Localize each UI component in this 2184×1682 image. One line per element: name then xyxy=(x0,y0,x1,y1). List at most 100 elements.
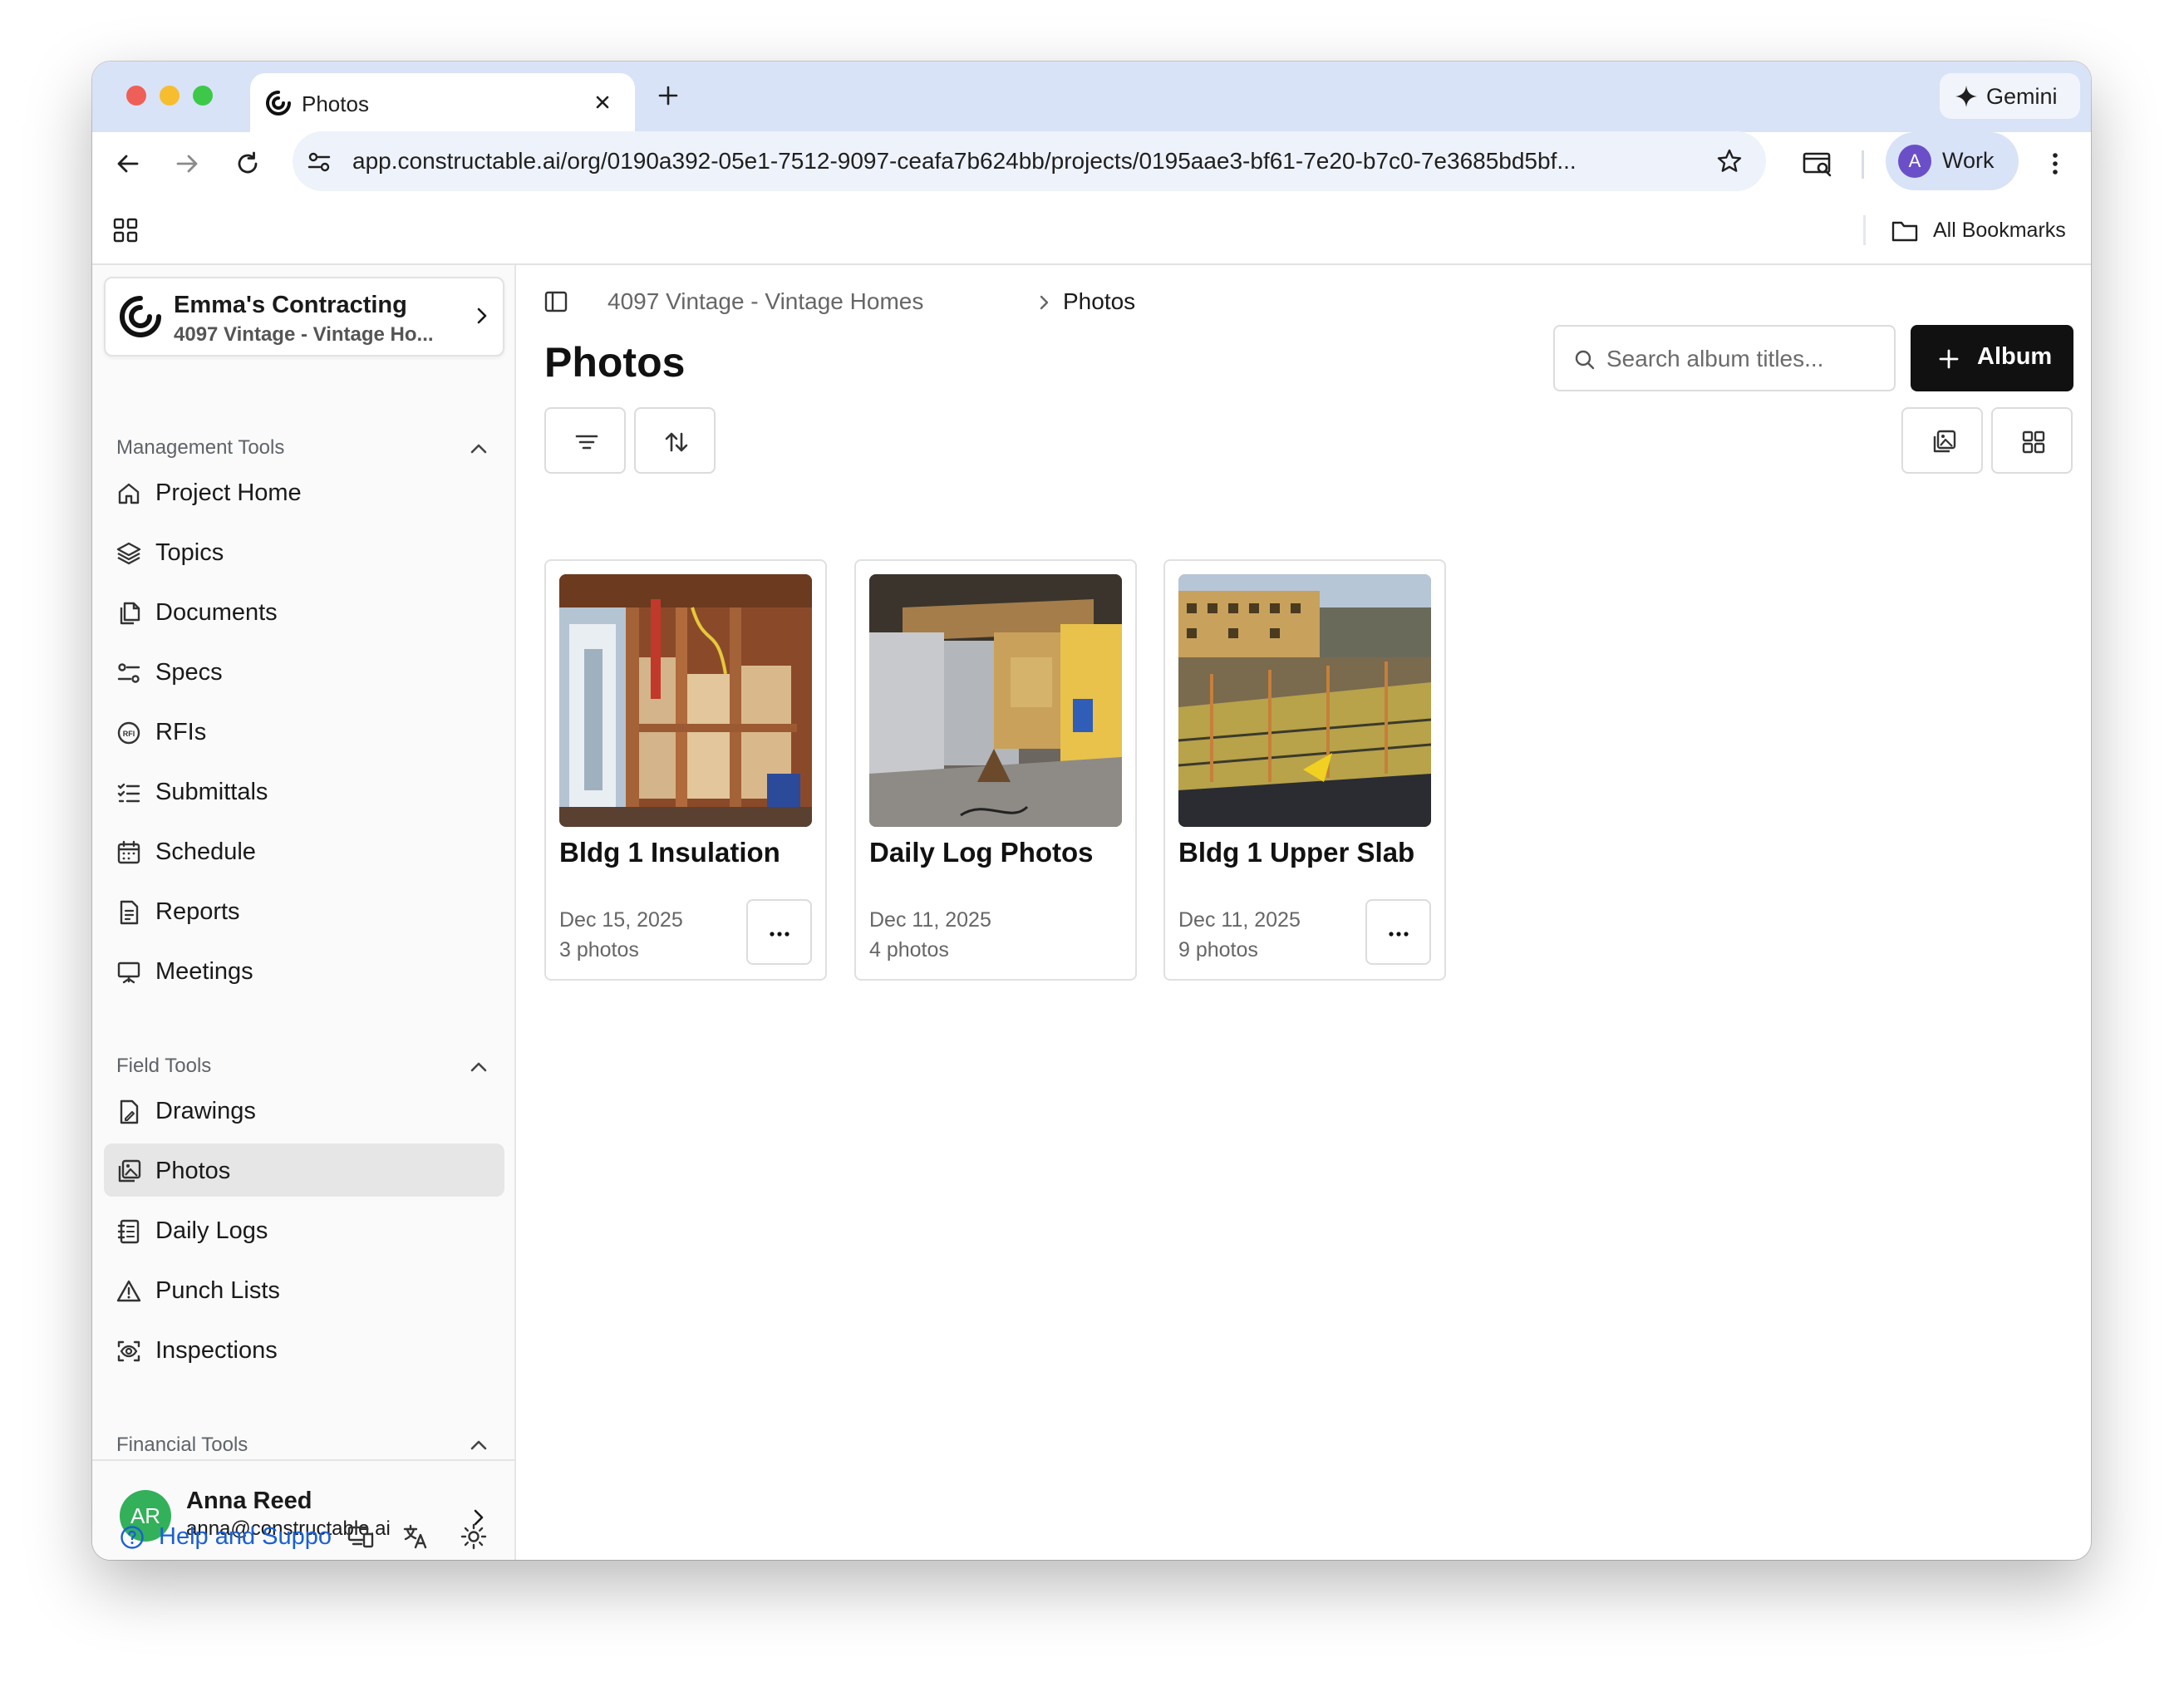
bookmarks-divider xyxy=(1863,215,1866,245)
presentation-icon xyxy=(116,959,142,986)
gallery-view-button[interactable] xyxy=(1901,407,1983,474)
album-search[interactable] xyxy=(1553,325,1896,391)
close-window-button[interactable] xyxy=(126,86,146,106)
sidebar-item-label: Specs xyxy=(155,659,223,686)
reload-icon[interactable] xyxy=(234,150,262,178)
sort-button[interactable] xyxy=(634,407,716,474)
more-icon xyxy=(1389,932,1409,937)
sidebar-item-documents[interactable]: Documents xyxy=(104,585,504,638)
minimize-window-button[interactable] xyxy=(160,86,180,106)
sidebar-item-label: Inspections xyxy=(155,1337,278,1364)
sidebar-item-label: Punch Lists xyxy=(155,1277,280,1304)
grid-icon xyxy=(2022,430,2045,454)
help-icon[interactable] xyxy=(119,1524,145,1551)
back-icon[interactable] xyxy=(114,150,142,178)
album-title: Bldg 1 Upper Slab xyxy=(1178,837,1415,868)
folder-icon[interactable] xyxy=(1891,219,1919,243)
sidebar-item-punch-lists[interactable]: Punch Lists xyxy=(104,1263,504,1316)
translate-icon[interactable] xyxy=(401,1522,430,1551)
page-title: Photos xyxy=(544,339,686,386)
search-icon xyxy=(1573,348,1596,371)
sidebar-item-drawings[interactable]: Drawings xyxy=(104,1084,504,1137)
layers-icon xyxy=(116,540,142,567)
grid-view-button[interactable] xyxy=(1991,407,2073,474)
maximize-window-button[interactable] xyxy=(193,86,213,106)
sidebar-toggle-icon[interactable] xyxy=(543,288,569,315)
sidebar-item-submittals[interactable]: Submittals xyxy=(104,765,504,818)
search-input[interactable] xyxy=(1606,342,1881,376)
photos-icon xyxy=(116,1158,142,1185)
filter-icon xyxy=(575,435,598,450)
forward-icon[interactable] xyxy=(173,150,201,178)
close-tab-icon[interactable] xyxy=(591,91,614,114)
filter-button[interactable] xyxy=(544,407,626,474)
chevron-up-icon[interactable] xyxy=(468,1056,489,1078)
sidebar-item-meetings[interactable]: Meetings xyxy=(104,944,504,997)
apps-grid-icon[interactable] xyxy=(112,217,139,243)
sidebar-item-label: Meetings xyxy=(155,958,253,985)
url-text[interactable]: app.constructable.ai/org/0190a392-05e1-7… xyxy=(352,148,1690,175)
sidebar-item-specs[interactable]: Specs xyxy=(104,645,504,698)
album-thumbnail-image[interactable] xyxy=(1178,574,1431,827)
gemini-button[interactable]: Gemini xyxy=(1940,73,2080,119)
album-title: Bldg 1 Insulation xyxy=(559,837,780,868)
album-thumbnail-image[interactable] xyxy=(559,574,812,827)
new-tab-icon[interactable] xyxy=(656,83,681,108)
sidebar-item-label: RFIs xyxy=(155,719,207,745)
svg-text:RFI: RFI xyxy=(123,730,135,738)
sidebar-item-label: Reports xyxy=(155,898,240,925)
sidebar-item-label: Schedule xyxy=(155,839,256,865)
sidebar-item-label: Submittals xyxy=(155,779,268,805)
sidebar-item-label: Drawings xyxy=(155,1098,256,1124)
album-more-button[interactable] xyxy=(746,899,812,965)
profile-chip[interactable]: A Work xyxy=(1886,132,2019,190)
browser-menu-icon[interactable] xyxy=(2041,150,2069,178)
inspection-icon xyxy=(116,1338,142,1365)
sun-icon[interactable] xyxy=(460,1522,488,1551)
sidebar-item-topics[interactable]: Topics xyxy=(104,525,504,578)
sidebar-item-label: Daily Logs xyxy=(155,1217,268,1244)
all-bookmarks-link[interactable]: All Bookmarks xyxy=(1933,219,2066,243)
album-thumbnail-image[interactable] xyxy=(869,574,1122,827)
album-date: Dec 15, 2025 xyxy=(559,908,683,932)
sidebar-item-photos[interactable]: Photos xyxy=(104,1143,504,1197)
add-album-label: Album xyxy=(1977,343,2053,370)
album-card[interactable]: Bldg 1 Insulation Dec 15, 2025 3 photos xyxy=(544,559,827,981)
sidebar-item-label: Topics xyxy=(155,539,224,566)
album-card[interactable]: Daily Log Photos Dec 11, 2025 4 photos xyxy=(854,559,1137,981)
sidebar-item-label: Project Home xyxy=(155,480,302,506)
plus-icon xyxy=(1937,347,1960,371)
photos-view-icon xyxy=(1933,430,1956,453)
org-switcher[interactable]: Emma's Contracting 4097 Vintage - Vintag… xyxy=(104,277,504,357)
org-name: Emma's Contracting xyxy=(174,292,407,318)
tab-photos[interactable]: Photos xyxy=(250,73,635,132)
devices-icon[interactable] xyxy=(347,1522,375,1551)
tab-search-icon[interactable] xyxy=(1802,150,1833,178)
site-settings-icon[interactable] xyxy=(306,149,332,175)
sidebar: Emma's Contracting 4097 Vintage - Vintag… xyxy=(92,265,516,1560)
bookmark-star-icon[interactable] xyxy=(1715,147,1744,175)
address-bar[interactable]: app.constructable.ai/org/0190a392-05e1-7… xyxy=(293,131,1766,191)
help-and-support-link[interactable]: Help and Suppo xyxy=(159,1523,332,1551)
main-content: 4097 Vintage - Vintage Homes Photos Phot… xyxy=(518,265,2091,1560)
tab-title: Photos xyxy=(302,91,369,116)
sidebar-item-rfis[interactable]: RFI RFIs xyxy=(104,705,504,758)
drawing-icon xyxy=(116,1099,142,1125)
sidebar-item-inspections[interactable]: Inspections xyxy=(104,1323,504,1376)
logbook-icon xyxy=(116,1218,142,1245)
add-album-button[interactable]: Album xyxy=(1911,325,2073,391)
album-more-button[interactable] xyxy=(1365,899,1431,965)
album-card[interactable]: Bldg 1 Upper Slab Dec 11, 2025 9 photos xyxy=(1163,559,1446,981)
sidebar-item-schedule[interactable]: Schedule xyxy=(104,824,504,878)
sidebar-item-reports[interactable]: Reports xyxy=(104,884,504,937)
sidebar-footer: Help and Suppo xyxy=(92,1497,514,1550)
chevron-up-icon[interactable] xyxy=(468,438,489,460)
sidebar-item-project-home[interactable]: Project Home xyxy=(104,465,504,519)
chevron-up-icon[interactable] xyxy=(468,1434,489,1456)
browser-window: Photos Gemini app.constructable.ai/org/0… xyxy=(92,61,2091,1560)
album-date: Dec 11, 2025 xyxy=(1178,908,1301,932)
sidebar-item-daily-logs[interactable]: Daily Logs xyxy=(104,1203,504,1257)
breadcrumb-project[interactable]: 4097 Vintage - Vintage Homes xyxy=(607,288,923,315)
section-management-tools: Management Tools xyxy=(116,436,285,459)
report-icon xyxy=(116,899,142,926)
